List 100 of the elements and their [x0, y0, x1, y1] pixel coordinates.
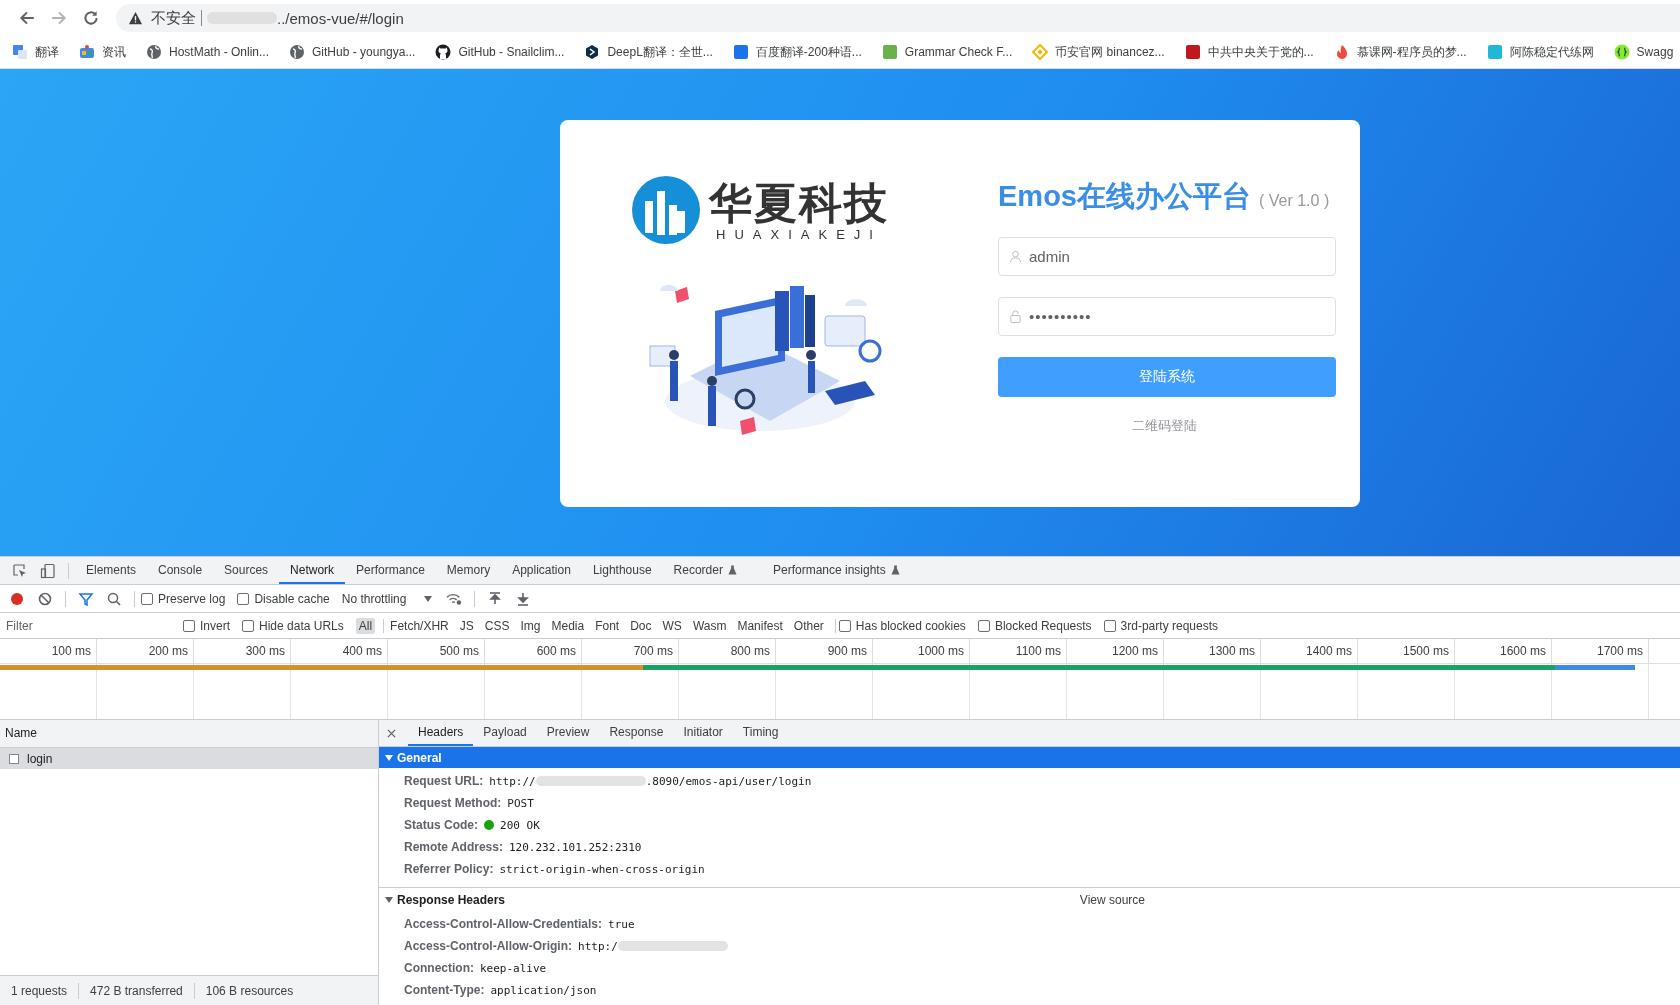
type-filter-button[interactable]: Fetch/XHR [387, 617, 452, 634]
section-title: Response Headers [397, 893, 506, 908]
request-row[interactable]: login [0, 748, 378, 769]
type-filter-button[interactable]: CSS [481, 617, 513, 634]
devtools-tab[interactable]: Performance insights [761, 557, 911, 584]
detail-tab[interactable]: Initiator [673, 720, 733, 746]
section-title: General [397, 750, 442, 765]
type-filter-button[interactable]: Doc [627, 617, 655, 634]
inspect-icon[interactable] [12, 562, 28, 579]
header-name: Content-Type: [404, 983, 485, 997]
devtools-tab[interactable]: Memory [435, 557, 502, 584]
header-name: Connection: [404, 961, 474, 975]
header-value: keep-alive [480, 961, 547, 975]
type-filter-button[interactable]: WS [659, 617, 685, 634]
bookmark[interactable]: GitHub - youngya... [289, 44, 416, 60]
bookmark[interactable]: GitHub - Snailclim... [435, 44, 565, 60]
device-toggle-icon[interactable] [40, 562, 56, 579]
upload-icon[interactable] [487, 590, 504, 607]
devtools-tab[interactable]: Elements [75, 557, 148, 584]
status-text: 472 B transferred [90, 983, 183, 998]
header-value: http:// [489, 774, 536, 788]
detail-tab[interactable]: Timing [732, 720, 789, 746]
devtools-tab[interactable]: Lighthouse [581, 557, 663, 584]
reload-icon[interactable] [82, 9, 100, 27]
record-icon[interactable] [9, 590, 25, 607]
triangle-icon [385, 896, 393, 905]
checkbox[interactable]: Invert [183, 618, 230, 633]
username-field[interactable]: admin [998, 237, 1336, 276]
type-filter-button[interactable]: Media [548, 617, 588, 634]
filter-icon[interactable] [78, 590, 94, 607]
type-filter-button[interactable]: JS [456, 617, 477, 634]
bookmark[interactable]: HostMath - Onlin... [146, 44, 270, 60]
header-name: Access-Control-Allow-Origin: [404, 939, 572, 953]
bookmark[interactable]: Swagg [1613, 44, 1674, 60]
column-header: Name [0, 720, 378, 748]
header-name: Request Method: [404, 796, 502, 811]
timeline-tick-label: 1700 ms [1552, 639, 1649, 663]
devtools-tab[interactable]: Application [501, 557, 582, 584]
bookmark[interactable]: 中共中央关于党的... [1184, 43, 1314, 61]
password-field[interactable]: •••••••••• [998, 297, 1336, 336]
detail-tab[interactable]: Preview [536, 720, 600, 746]
address-bar[interactable]: 不安全 ../emos-vue/#/login [116, 4, 1680, 32]
bookmark[interactable]: 慕课网-程序员的梦... [1333, 43, 1467, 61]
timeline-tick-label: 500 ms [388, 639, 485, 663]
close-icon[interactable] [387, 728, 396, 738]
clear-icon[interactable] [37, 590, 53, 607]
news-icon [79, 44, 95, 60]
section-header[interactable]: Response Headers View source [379, 889, 1680, 911]
devtools-tab[interactable]: Recorder [662, 557, 748, 584]
detail-tab[interactable]: Payload [473, 720, 537, 746]
back-icon[interactable] [18, 9, 36, 27]
version-label: ( Ver 1.0 ) [1259, 192, 1330, 210]
logo-text: 华夏科技 [709, 178, 889, 227]
bookmark[interactable]: 资讯 [79, 43, 126, 61]
type-filter-button[interactable]: Other [790, 617, 827, 634]
logo-icon [631, 175, 701, 245]
checkbox[interactable]: Disable cache [237, 591, 330, 606]
section-header[interactable]: General [379, 747, 1680, 769]
devtools-tab[interactable]: Console [147, 557, 214, 584]
url-text: ../emos-vue/#/login [277, 9, 404, 27]
timeline-tick-label: 1500 ms [1358, 639, 1455, 663]
header-value: true [608, 917, 635, 931]
translate-icon [12, 44, 28, 60]
github-cat-icon [435, 44, 452, 60]
view-source-link[interactable]: View source [1079, 893, 1145, 908]
bookmark[interactable]: 阿陈稳定代练网 [1486, 43, 1594, 61]
bookmark[interactable]: DeepL翻译：全世... [584, 43, 713, 61]
type-filter-button[interactable]: All [355, 617, 376, 634]
download-icon[interactable] [515, 590, 532, 607]
globe-icon [146, 44, 162, 60]
checkbox[interactable]: Preserve log [141, 591, 226, 606]
throttling-dropdown[interactable]: No throttling [341, 591, 433, 606]
checkbox[interactable]: Blocked Requests [977, 618, 1092, 633]
header-value: 120.232.101.252:2310 [508, 840, 642, 854]
status-text: 1 requests [11, 983, 68, 998]
checkbox[interactable]: Has blocked cookies [838, 618, 966, 633]
timeline-tick-label: 1400 ms [1261, 639, 1358, 663]
timeline-tick-label: 1300 ms [1164, 639, 1261, 663]
bookmark[interactable]: Grammar Check F... [881, 44, 1013, 60]
timeline-tick-label: 1200 ms [1067, 639, 1164, 663]
bookmark[interactable]: 百度翻译-200种语... [732, 43, 862, 61]
search-icon[interactable] [106, 590, 122, 607]
timeline-tick-label: 400 ms [291, 639, 388, 663]
bookmark[interactable]: 翻译 [12, 43, 59, 61]
type-filter-button[interactable]: Wasm [689, 617, 730, 634]
devtools-tab[interactable]: Sources [213, 557, 280, 584]
header-value: 200 OK [500, 818, 540, 832]
type-filter-button[interactable]: Manifest [734, 617, 786, 634]
checkbox[interactable]: Hide data URLs [242, 618, 344, 633]
bookmark[interactable]: 币安官网 binancez... [1032, 43, 1165, 61]
devtools-tab[interactable]: Network [279, 557, 346, 584]
type-filter-button[interactable]: Font [592, 617, 623, 634]
timeline-tick-label: 600 ms [485, 639, 582, 663]
header-value: strict-origin-when-cross-origin [499, 862, 705, 876]
type-filter-button[interactable]: Img [517, 617, 544, 634]
checkbox[interactable]: 3rd-party requests [1103, 618, 1218, 633]
timeline-tick-label: 300 ms [194, 639, 291, 663]
status-text: 106 B resources [205, 983, 294, 998]
detail-tab[interactable]: Response [599, 720, 674, 746]
devtools-tab[interactable]: Performance [345, 557, 436, 584]
